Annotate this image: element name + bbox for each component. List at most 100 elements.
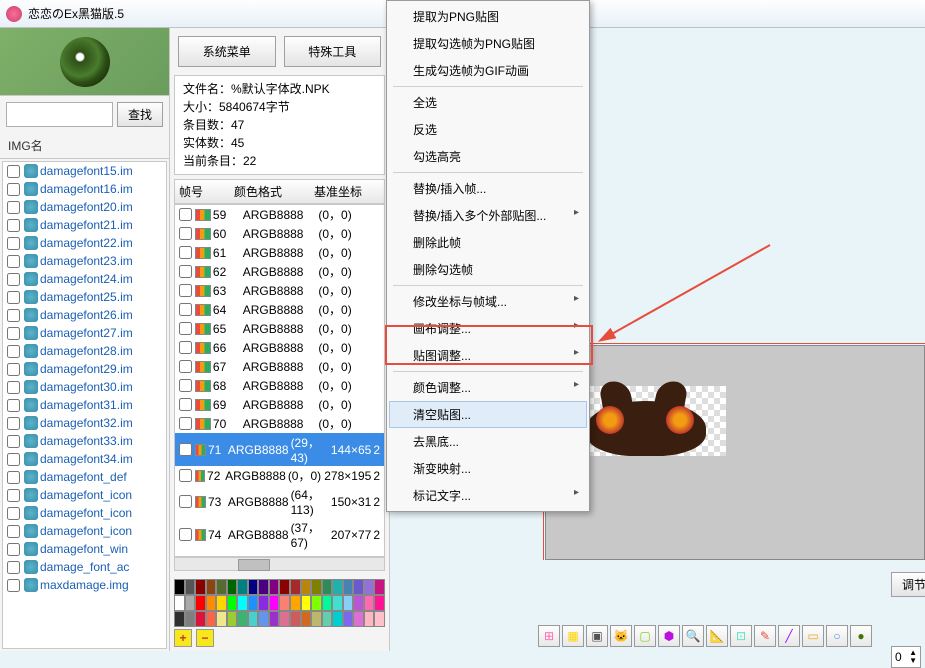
palette-swatch[interactable] — [248, 595, 259, 611]
palette-swatch[interactable] — [343, 595, 354, 611]
img-checkbox[interactable] — [7, 417, 20, 430]
palette-swatch[interactable] — [227, 611, 238, 627]
frame-row[interactable]: 65ARGB8888(0，0) — [175, 319, 384, 338]
img-item[interactable]: damagefont16.im — [3, 180, 166, 198]
frame-checkbox[interactable] — [179, 469, 192, 482]
frame-checkbox[interactable] — [179, 417, 192, 430]
img-item[interactable]: damagefont23.im — [3, 252, 166, 270]
tool-button[interactable]: ╱ — [778, 625, 800, 647]
frame-row[interactable]: 70ARGB8888(0，0) — [175, 414, 384, 433]
palette-swatch[interactable] — [322, 595, 333, 611]
menu-item[interactable]: 贴图调整... — [389, 342, 587, 369]
img-checkbox[interactable] — [7, 237, 20, 250]
img-item[interactable]: damagefont30.im — [3, 378, 166, 396]
palette-swatch[interactable] — [279, 579, 290, 595]
frame-checkbox[interactable] — [179, 284, 192, 297]
palette-swatch[interactable] — [269, 595, 280, 611]
frame-checkbox[interactable] — [179, 528, 192, 541]
frame-checkbox[interactable] — [179, 246, 192, 259]
palette-swatch[interactable] — [216, 595, 227, 611]
menu-item[interactable]: 提取勾选帧为PNG贴图 — [389, 30, 587, 57]
menu-item[interactable]: 画布调整... — [389, 315, 587, 342]
palette-swatch[interactable] — [195, 611, 206, 627]
zoom-spinner[interactable]: 0▲▼ — [891, 646, 921, 668]
adjust-button[interactable]: 调节 — [891, 572, 925, 597]
img-checkbox[interactable] — [7, 255, 20, 268]
palette-swatch[interactable] — [216, 579, 227, 595]
palette-swatch[interactable] — [227, 579, 238, 595]
frame-row[interactable]: 66ARGB8888(0，0) — [175, 338, 384, 357]
palette-swatch[interactable] — [364, 595, 375, 611]
palette-swatch[interactable] — [174, 579, 185, 595]
img-checkbox[interactable] — [7, 165, 20, 178]
search-button[interactable]: 查找 — [117, 102, 163, 127]
frame-row[interactable]: 74ARGB8888(37，67)207×772 — [175, 518, 384, 551]
palette-swatch[interactable] — [353, 611, 364, 627]
palette-swatch[interactable] — [290, 579, 301, 595]
img-item[interactable]: damagefont_icon — [3, 486, 166, 504]
palette-swatch[interactable] — [216, 611, 227, 627]
menu-item[interactable]: 去黑底... — [389, 428, 587, 455]
img-checkbox[interactable] — [7, 399, 20, 412]
img-checkbox[interactable] — [7, 291, 20, 304]
tool-button[interactable]: ● — [850, 625, 872, 647]
img-item[interactable]: damagefont27.im — [3, 324, 166, 342]
img-checkbox[interactable] — [7, 471, 20, 484]
palette-swatch[interactable] — [290, 595, 301, 611]
menu-item[interactable]: 全选 — [389, 89, 587, 116]
menu-item[interactable]: 替换/插入多个外部贴图... — [389, 202, 587, 229]
frame-checkbox[interactable] — [179, 379, 192, 392]
palette-swatch[interactable] — [258, 595, 269, 611]
frame-list[interactable]: 59ARGB8888(0，0)60ARGB8888(0，0)61ARGB8888… — [174, 204, 385, 557]
menu-item[interactable]: 勾选高亮 — [389, 143, 587, 170]
frame-checkbox[interactable] — [179, 265, 192, 278]
img-checkbox[interactable] — [7, 507, 20, 520]
tool-button[interactable]: ✎ — [754, 625, 776, 647]
img-checkbox[interactable] — [7, 201, 20, 214]
palette-swatch[interactable] — [301, 595, 312, 611]
context-menu[interactable]: 提取为PNG贴图提取勾选帧为PNG贴图生成勾选帧为GIF动画全选反选勾选高亮替换… — [386, 0, 590, 512]
palette-swatch[interactable] — [311, 611, 322, 627]
palette-swatch[interactable] — [174, 611, 185, 627]
palette-swatch[interactable] — [332, 611, 343, 627]
palette-swatch[interactable] — [374, 595, 385, 611]
img-checkbox[interactable] — [7, 327, 20, 340]
img-item[interactable]: damagefont_def — [3, 468, 166, 486]
frame-checkbox[interactable] — [179, 360, 192, 373]
palette-swatch[interactable] — [290, 611, 301, 627]
frame-row[interactable]: 62ARGB8888(0，0) — [175, 262, 384, 281]
palette-swatch[interactable] — [332, 595, 343, 611]
menu-item[interactable]: 删除此帧 — [389, 229, 587, 256]
img-item[interactable]: damagefont15.im — [3, 162, 166, 180]
palette-swatch[interactable] — [185, 611, 196, 627]
tool-button[interactable]: ⊡ — [730, 625, 752, 647]
palette-swatch[interactable] — [301, 611, 312, 627]
palette-swatch[interactable] — [174, 595, 185, 611]
canvas[interactable] — [545, 345, 925, 560]
palette-swatch[interactable] — [227, 595, 238, 611]
tool-button[interactable]: ⊞ — [538, 625, 560, 647]
img-item[interactable]: damagefont26.im — [3, 306, 166, 324]
img-checkbox[interactable] — [7, 219, 20, 232]
img-item[interactable]: damagefont21.im — [3, 216, 166, 234]
palette-swatch[interactable] — [237, 595, 248, 611]
frame-row[interactable]: 61ARGB8888(0，0) — [175, 243, 384, 262]
frame-row[interactable]: 59ARGB8888(0，0) — [175, 205, 384, 224]
tool-button[interactable]: 📐 — [706, 625, 728, 647]
tool-button[interactable]: ▦ — [562, 625, 584, 647]
palette-swatch[interactable] — [364, 611, 375, 627]
palette-swatch[interactable] — [185, 579, 196, 595]
frame-checkbox[interactable] — [179, 443, 192, 456]
img-item[interactable]: damagefont34.im — [3, 450, 166, 468]
palette-swatch[interactable] — [343, 579, 354, 595]
palette-swatch[interactable] — [195, 579, 206, 595]
img-item[interactable]: damagefont_icon — [3, 504, 166, 522]
frame-row[interactable]: 64ARGB8888(0，0) — [175, 300, 384, 319]
frame-row[interactable]: 71ARGB8888(29，43)144×652 — [175, 433, 384, 466]
img-item[interactable]: damagefont29.im — [3, 360, 166, 378]
img-list[interactable]: damagefont15.imdamagefont16.im damagefont… — [2, 161, 167, 649]
img-checkbox[interactable] — [7, 579, 20, 592]
img-checkbox[interactable] — [7, 525, 20, 538]
system-menu-button[interactable]: 系统菜单 — [178, 36, 276, 67]
frame-checkbox[interactable] — [179, 341, 192, 354]
